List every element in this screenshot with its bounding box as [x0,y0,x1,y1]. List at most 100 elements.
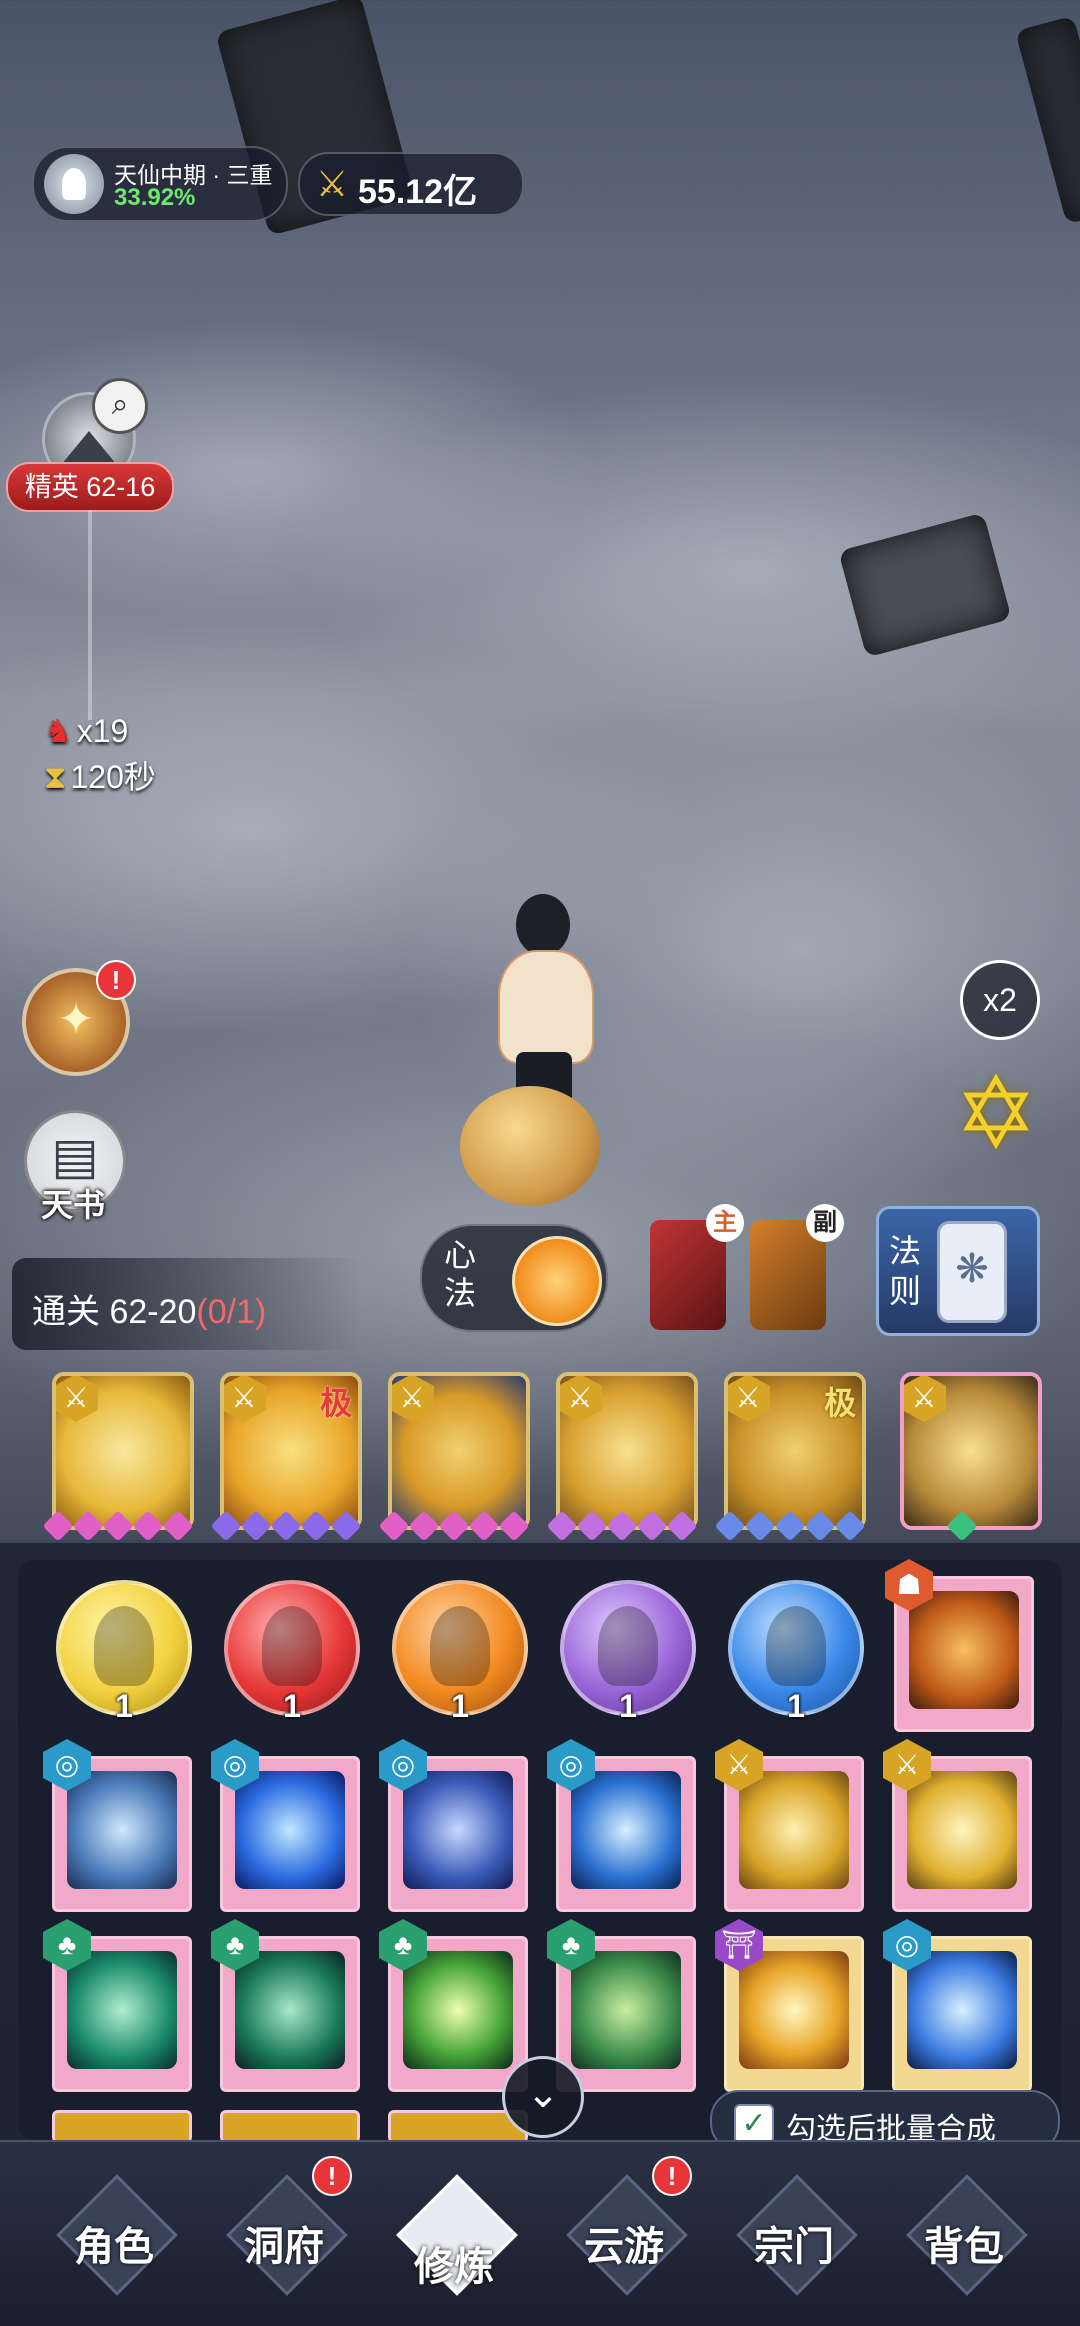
star-gems [546,1510,698,1542]
skill-card[interactable]: ◎ [379,1739,528,1912]
fase-button[interactable]: 法则 [876,1206,1040,1336]
skill-art [235,1951,345,2069]
alert-badge-icon: ! [652,2156,692,2196]
gem-icon [210,1510,242,1542]
gem-icon [576,1510,608,1542]
gem-icon [378,1510,410,1542]
realm-progress: 33.92% [114,184,196,211]
nav-tab-backpack[interactable]: 背包 [884,2170,1044,2310]
skill-card[interactable]: ◎ [547,1739,696,1912]
gem-icon [240,1510,272,1542]
yellow-spirit-orb[interactable]: 1 [56,1580,192,1724]
clear-objective: 通关 62-20(0/1) [12,1258,362,1350]
nav-tab-cultivate[interactable]: 修炼 [374,2170,534,2310]
nav-tab-character[interactable]: 角色 [34,2170,194,2310]
gem-icon [946,1510,978,1542]
purple-spirit-orb[interactable]: 1 [560,1580,696,1724]
search-icon[interactable]: ⌕ [92,378,148,434]
skill-art [571,1951,681,2069]
equipped-skill-slot[interactable]: ⚔ [52,1372,194,1530]
orb-count: 1 [115,1688,133,1724]
demon-head-icon: ♞ [44,713,73,749]
stage-label[interactable]: 精英 62-16 [6,462,174,512]
gem-icon [744,1510,776,1542]
gem-icon [72,1510,104,1542]
speed-toggle-button[interactable]: x2 [960,960,1040,1040]
checkbox-checked-icon[interactable]: ✓ [734,2104,774,2144]
gem-icon [636,1510,668,1542]
equipped-skill-slot[interactable]: ⚔ [388,1372,530,1530]
skill-art [739,1771,849,1889]
skill-card[interactable]: ⚔ [883,1739,1032,1912]
skill-card[interactable]: ◎ [211,1739,360,1912]
blue-spirit-orb[interactable]: 1 [728,1580,864,1724]
xinfa-button[interactable]: 心法 [420,1224,608,1332]
realm-avatar-icon [44,154,104,214]
gem-icon [774,1510,806,1542]
skill-card[interactable]: ♣ [211,1919,360,2092]
gem-icon [438,1510,470,1542]
skill-art [907,1771,1017,1889]
character-body [498,950,594,1064]
skill-card[interactable] [220,2110,360,2143]
orb-count: 1 [283,1688,301,1724]
skill-card[interactable]: ◎ [43,1739,192,1912]
red-spirit-orb[interactable]: 1 [224,1580,360,1724]
nav-tab-sect[interactable]: 宗门 [714,2170,874,2310]
book-label: 天书 [40,1187,105,1223]
extreme-tag: 极 [319,1385,352,1421]
equipped-skill-slot[interactable]: ⚔ [556,1372,698,1530]
silhouette-icon [598,1606,658,1686]
alert-badge-icon: ! [312,2156,352,2196]
xinfa-label: 心法 [444,1237,477,1311]
nav-label: 洞府 [244,2225,324,2269]
equipped-skill-slot[interactable]: ⚔ 极 [220,1372,362,1530]
auto-star-button[interactable]: ✡ [946,1064,1046,1164]
law-card-icon [937,1221,1007,1323]
skill-art [403,1771,513,1889]
gem-icon [468,1510,500,1542]
equipped-skill-slot[interactable]: ⚔ [900,1372,1042,1530]
skill-card[interactable] [52,2110,192,2143]
star-gems [714,1510,866,1542]
skill-art [235,1771,345,1889]
star-gems [42,1510,194,1542]
skill-art [571,1771,681,1889]
silhouette-icon [94,1606,154,1686]
timer-value: 120秒 [70,759,156,795]
nav-label: 云游 [584,2225,664,2269]
gem-icon [300,1510,332,1542]
silhouette-icon [430,1606,490,1686]
gem-icon [102,1510,134,1542]
gem-icon [834,1510,866,1542]
main-weapon-tag: 主 [706,1204,744,1242]
realm-badge[interactable]: 天仙中期 · 三重 33.92% [32,146,288,222]
extreme-tag: 极 [823,1385,856,1421]
skill-art [907,1951,1017,2069]
equipped-skill-slot[interactable]: ⚔ 极 [724,1372,866,1530]
skill-card[interactable]: ♣ [43,1919,192,2092]
sub-weapon-tag: 副 [806,1204,844,1242]
skill-art [403,1951,513,2069]
stage-progress-track [88,510,92,720]
gem-icon [714,1510,746,1542]
combat-power-badge[interactable]: ⚔ 55.12亿 [298,152,524,216]
fase-label: 法则 [889,1233,922,1309]
skill-card[interactable]: ☗ [885,1559,1034,1732]
orange-spirit-orb[interactable]: 1 [392,1580,528,1724]
skill-card[interactable]: ⛩ [715,1919,864,2092]
skill-card[interactable]: ♣ [547,1919,696,2092]
collapse-chevron-icon[interactable]: ⌄ [502,2056,584,2138]
gem-icon [546,1510,578,1542]
skill-art [67,1951,177,2069]
nav-label: 背包 [924,2225,1004,2269]
battle-timer: ⧗ 120秒 [44,752,156,798]
clear-count: (0/1) [196,1293,267,1331]
star-gems [946,1510,978,1542]
skill-art [909,1591,1019,1709]
hourglass-icon: ⧗ [44,759,67,795]
skill-card[interactable]: ♣ [379,1919,528,2092]
skill-card[interactable]: ⚔ [715,1739,864,1912]
skill-card[interactable]: ◎ [883,1919,1032,2092]
clear-text: 通关 62-20(0/1) [32,1284,266,1333]
